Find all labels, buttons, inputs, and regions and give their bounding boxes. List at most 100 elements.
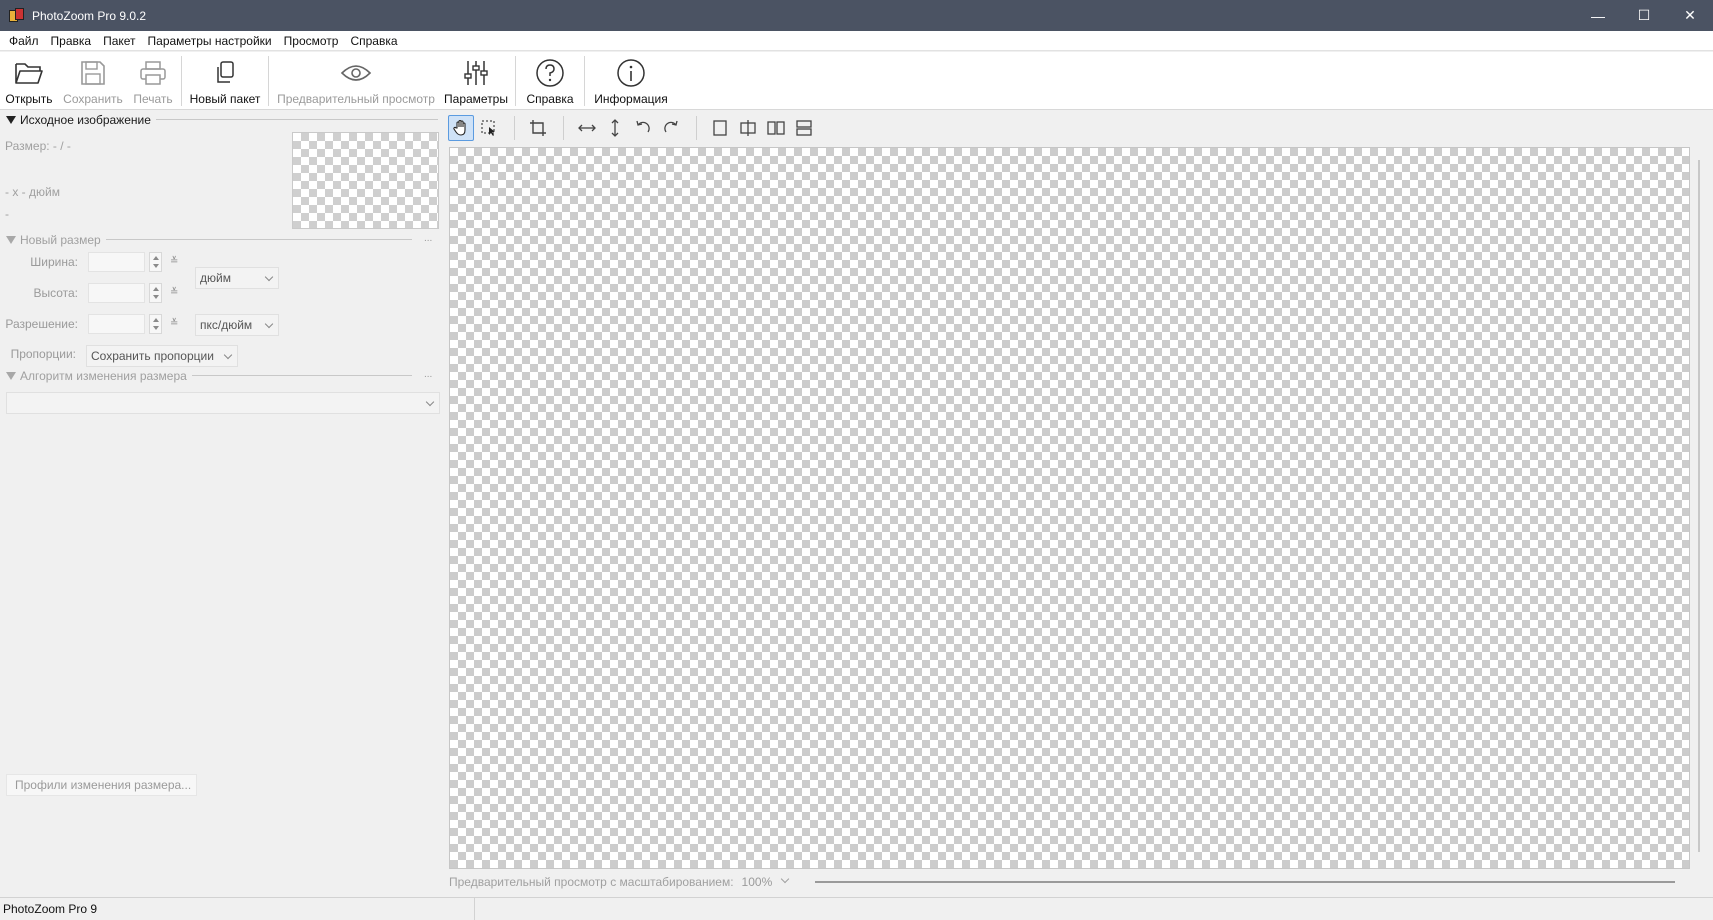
vertical-scrollbar[interactable] — [1698, 160, 1700, 852]
toolbar-separator — [515, 56, 516, 106]
menu-file[interactable]: Файл — [3, 31, 45, 51]
menu-settings[interactable]: Параметры настройки — [142, 31, 278, 51]
open-label: Открыть — [5, 92, 53, 106]
new-size-more-button[interactable]: ... — [424, 233, 432, 244]
link-icon: ≚ — [170, 318, 179, 329]
rotate-right-button[interactable] — [658, 115, 684, 141]
new-size-title: Новый размер — [20, 233, 101, 247]
help-label: Справка — [526, 92, 574, 106]
minimize-button[interactable]: — — [1575, 0, 1621, 31]
resolution-unit-select[interactable]: пкс/дюйм — [195, 314, 279, 336]
toolbar-separator — [268, 56, 269, 106]
chevron-down-icon — [223, 350, 233, 360]
zoom-select[interactable]: 100% — [742, 873, 792, 891]
menu-bar: Файл Правка Пакет Параметры настройки Пр… — [0, 31, 1713, 51]
fit-height-button[interactable] — [602, 115, 628, 141]
algorithm-more-button[interactable]: ... — [424, 369, 432, 380]
crop-icon — [530, 120, 546, 136]
status-text: PhotoZoom Pro 9 — [0, 897, 475, 920]
crop-button[interactable] — [525, 115, 551, 141]
zoom-label: Предварительный просмотр с масштабирован… — [449, 875, 734, 889]
proportions-value: Сохранить пропорции — [91, 349, 214, 363]
help-button[interactable]: Справка — [519, 52, 581, 110]
print-button[interactable]: Печать — [128, 52, 178, 110]
zoom-slider[interactable] — [815, 881, 1675, 883]
view-toolbar — [448, 113, 819, 143]
save-icon — [75, 55, 111, 91]
settings-button[interactable]: Параметры — [440, 52, 512, 110]
fit-width-button[interactable] — [574, 115, 600, 141]
close-button[interactable]: ✕ — [1667, 0, 1713, 31]
resolution-unit-value: пкс/дюйм — [200, 318, 253, 332]
copy-icon — [207, 55, 243, 91]
toolbar-separator — [181, 56, 182, 106]
menu-edit[interactable]: Правка — [45, 31, 98, 51]
collapse-triangle-icon — [6, 372, 16, 380]
app-icon — [9, 7, 25, 24]
unit-select[interactable]: дюйм — [195, 267, 279, 289]
source-size-text: Размер: - / - — [5, 139, 71, 153]
width-input[interactable] — [88, 252, 145, 272]
zoom-row: Предварительный просмотр с масштабирован… — [449, 873, 792, 891]
left-panel: Исходное изображение Размер: - / - - x -… — [0, 111, 442, 896]
menu-view[interactable]: Просмотр — [278, 31, 345, 51]
zoom-value: 100% — [741, 875, 773, 889]
question-icon — [532, 55, 568, 91]
single-view-button[interactable] — [707, 115, 733, 141]
window-title: PhotoZoom Pro 9.0.2 — [32, 8, 147, 23]
new-batch-button[interactable]: Новый пакет — [185, 52, 265, 110]
stacked-view-icon — [796, 120, 812, 136]
select-tool-button[interactable] — [476, 115, 502, 141]
maximize-button[interactable]: ☐ — [1621, 0, 1667, 31]
section-divider — [156, 119, 438, 120]
split-view-button[interactable] — [735, 115, 761, 141]
split-view-icon — [740, 120, 756, 136]
height-stepper[interactable] — [149, 283, 162, 303]
new-size-header[interactable]: Новый размер — [6, 233, 101, 247]
settings-label: Параметры — [444, 92, 508, 106]
save-button[interactable]: Сохранить — [58, 52, 128, 110]
preview-button[interactable]: Предварительный просмотр — [272, 52, 440, 110]
resolution-stepper[interactable] — [149, 314, 162, 334]
link-icon: ≚ — [170, 256, 179, 267]
printer-icon — [135, 55, 171, 91]
toolbar-separator — [563, 116, 564, 140]
section-divider — [106, 239, 412, 240]
hand-tool-button[interactable] — [448, 115, 474, 141]
source-image-title: Исходное изображение — [20, 113, 151, 127]
info-label: Информация — [594, 92, 668, 106]
source-thumbnail — [292, 132, 439, 229]
info-button[interactable]: Информация — [588, 52, 674, 110]
open-button[interactable]: Открыть — [0, 52, 58, 110]
algorithm-header[interactable]: Алгоритм изменения размера — [6, 369, 187, 383]
main-toolbar: Открыть Сохранить Печать Новый пакет Пре… — [0, 52, 1713, 110]
side-by-side-button[interactable] — [763, 115, 789, 141]
menu-batch[interactable]: Пакет — [97, 31, 141, 51]
eye-icon — [338, 55, 374, 91]
print-label: Печать — [133, 92, 173, 106]
menu-help[interactable]: Справка — [344, 31, 403, 51]
chevron-down-icon — [425, 397, 435, 407]
proportions-label: Пропорции: — [10, 347, 76, 361]
side-by-side-icon — [767, 121, 785, 135]
stacked-view-button[interactable] — [791, 115, 817, 141]
resolution-input[interactable] — [88, 314, 145, 334]
source-extra-text: - — [5, 207, 9, 221]
resize-profiles-button[interactable]: Профили изменения размера... — [6, 774, 197, 796]
link-icon: ≚ — [170, 287, 179, 298]
proportions-select[interactable]: Сохранить пропорции — [86, 345, 238, 367]
save-label: Сохранить — [63, 92, 123, 106]
section-divider — [192, 375, 412, 376]
info-icon — [613, 55, 649, 91]
collapse-triangle-icon — [6, 236, 16, 244]
rotate-left-button[interactable] — [630, 115, 656, 141]
resolution-label: Разрешение: — [5, 317, 78, 331]
source-image-header[interactable]: Исходное изображение — [6, 113, 151, 127]
height-input[interactable] — [88, 283, 145, 303]
width-stepper[interactable] — [149, 252, 162, 272]
status-bar: PhotoZoom Pro 9 — [0, 897, 1713, 920]
preview-label: Предварительный просмотр — [277, 92, 435, 106]
algorithm-select[interactable] — [6, 392, 440, 414]
chevron-down-icon — [264, 319, 274, 329]
preview-canvas[interactable] — [449, 147, 1690, 869]
